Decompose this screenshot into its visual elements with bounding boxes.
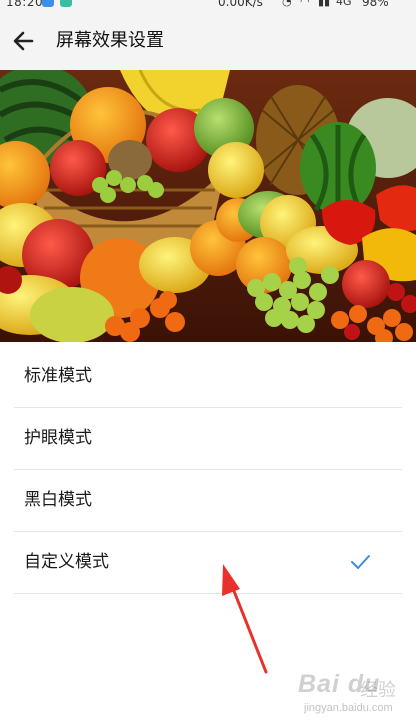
network-speed: 0.00K/s xyxy=(218,0,263,9)
mode-label: 标准模式 xyxy=(24,366,92,386)
notification-app-icon-2 xyxy=(60,0,72,7)
status-bar: 18:20 0.00K/s ◔ ◠ ▮▮ 4G 98% xyxy=(0,0,416,14)
mode-label: 自定义模式 xyxy=(24,552,109,572)
page-title: 屏幕效果设置 xyxy=(56,30,164,51)
alarm-icon: ◔ xyxy=(282,0,292,8)
mode-label: 黑白模式 xyxy=(24,490,92,510)
display-mode-list: 标准模式 护眼模式 黑白模式 自定义模式 xyxy=(0,346,416,594)
app-header: 屏幕效果设置 xyxy=(0,14,416,70)
mode-item-custom[interactable]: 自定义模式 xyxy=(14,532,402,594)
checkmark-icon xyxy=(351,555,370,569)
signal-type: 4G xyxy=(336,0,352,8)
watermark-text: 经验 xyxy=(360,680,396,701)
preview-image xyxy=(0,70,416,342)
mode-item-standard[interactable]: 标准模式 xyxy=(14,346,402,408)
status-time: 18:20 xyxy=(6,0,44,9)
mode-label: 护眼模式 xyxy=(24,428,92,448)
signal-icon: ▮▮ xyxy=(318,0,331,8)
watermark-url: jingyan.baidu.com xyxy=(304,702,393,714)
annotation-arrow-icon xyxy=(222,564,268,674)
notification-app-icon xyxy=(42,0,54,7)
arrow-left-icon[interactable] xyxy=(10,27,38,55)
wifi-icon: ◠ xyxy=(300,0,310,8)
battery-level: 98% xyxy=(362,0,389,9)
mode-item-black-white[interactable]: 黑白模式 xyxy=(14,470,402,532)
mode-item-eye-care[interactable]: 护眼模式 xyxy=(14,408,402,470)
watermark: Bai du 经验 jingyan.baidu.com xyxy=(290,664,410,720)
